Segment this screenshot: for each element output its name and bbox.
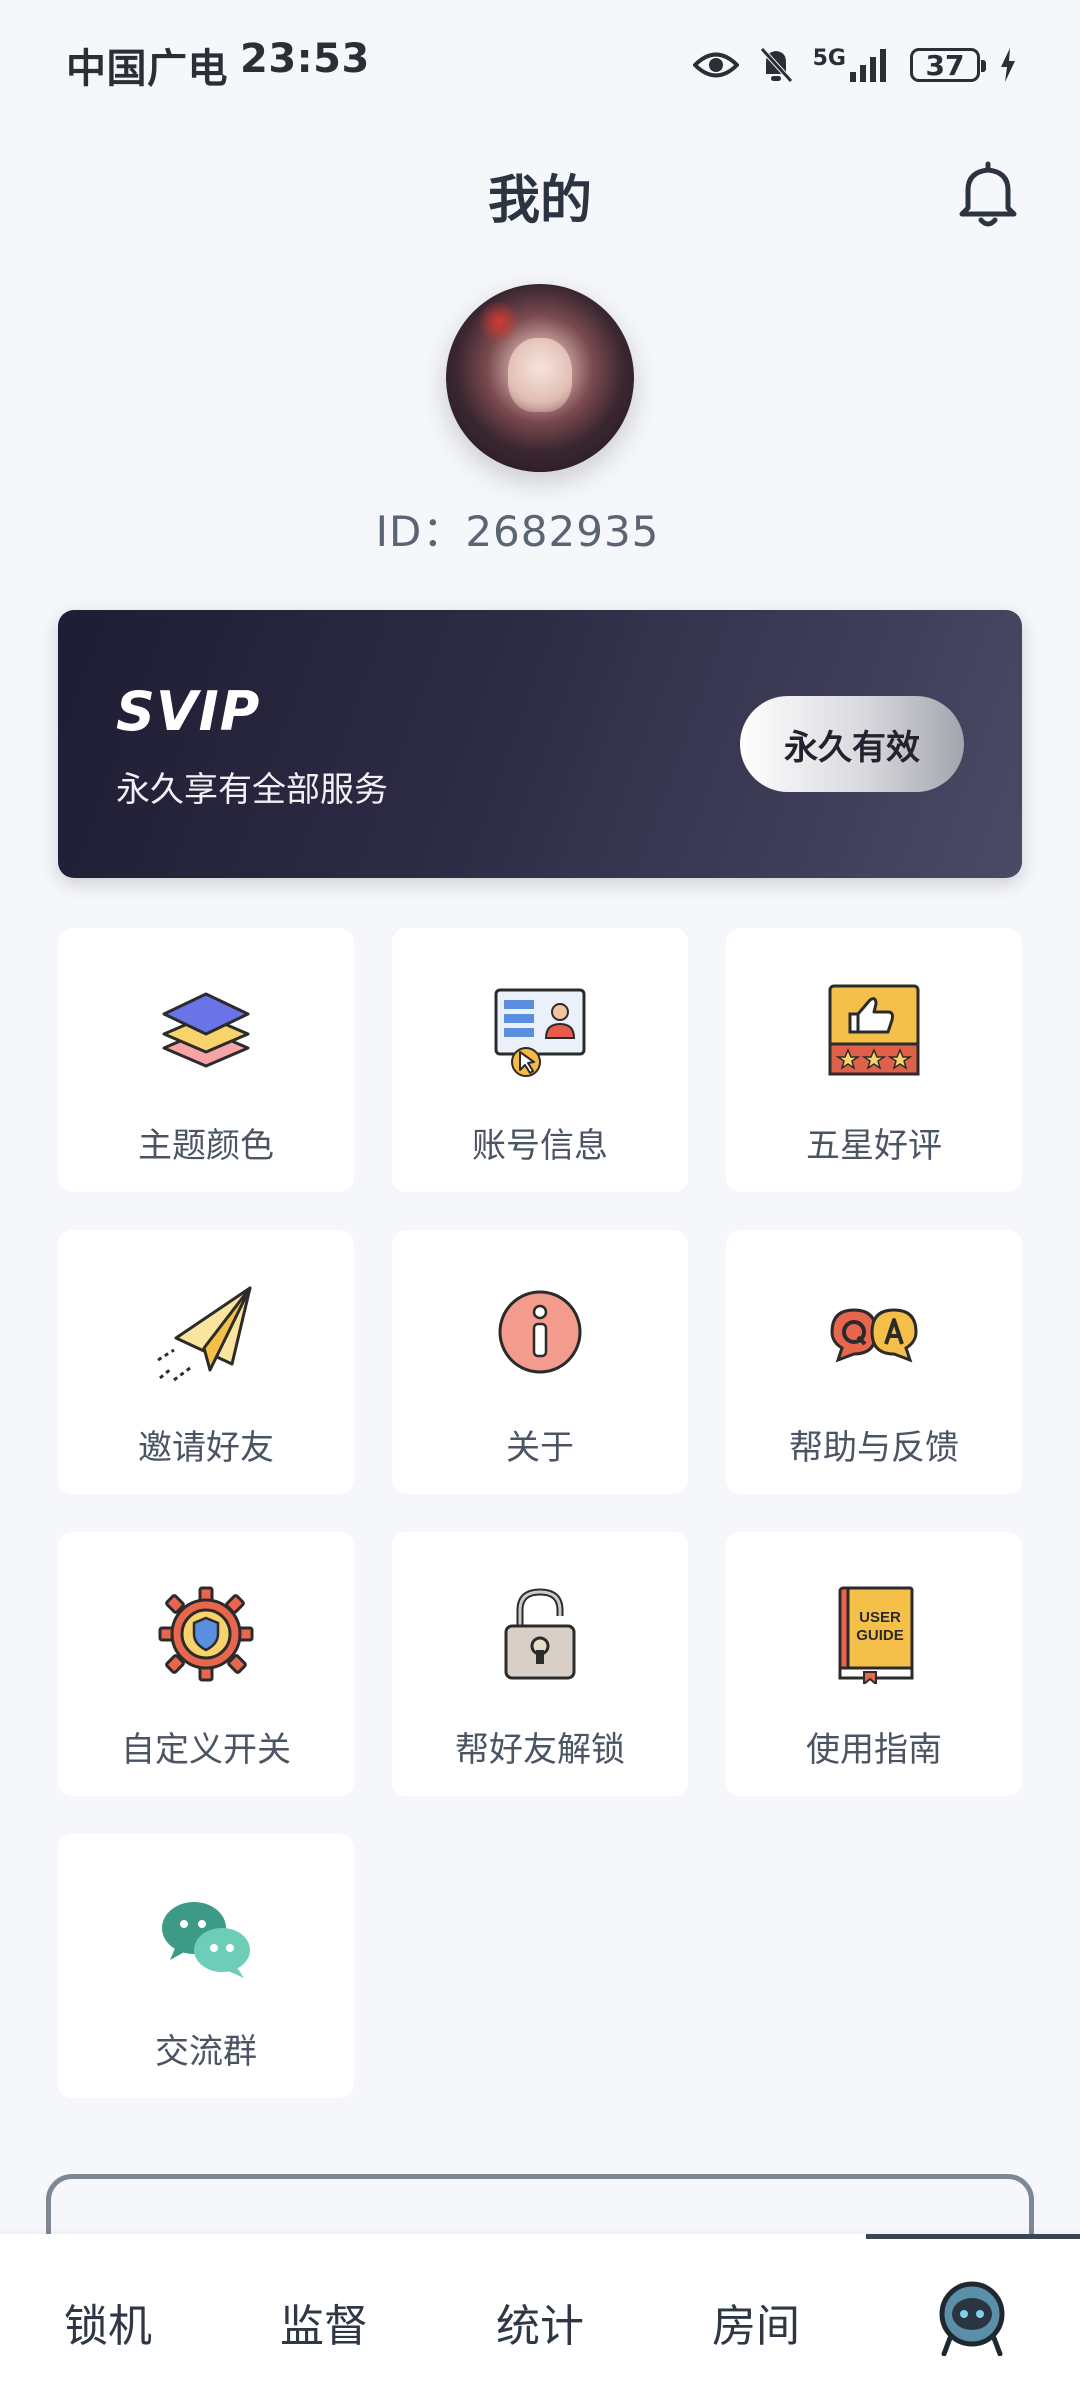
tile-label: 主题颜色	[138, 1126, 274, 1166]
clock: 23:53	[240, 36, 370, 82]
gear-shield-icon	[158, 1586, 254, 1682]
tile-about[interactable]: 关于	[392, 1230, 688, 1494]
info-icon	[498, 1290, 582, 1374]
battery-icon: 37	[910, 48, 986, 82]
eye-icon	[692, 52, 739, 78]
nav-statistics[interactable]: 统计	[470, 2290, 610, 2354]
tile-label: 帮助与反馈	[789, 1428, 959, 1468]
thumbs-up-stars-icon	[828, 984, 920, 1076]
signal-icon	[850, 49, 886, 82]
tile-label: 交流群	[155, 2032, 257, 2072]
tile-user-guide[interactable]: USER GUIDE 使用指南	[726, 1532, 1022, 1796]
tile-label: 自定义开关	[121, 1730, 291, 1770]
tile-help-friend-unlock[interactable]: 帮好友解锁	[392, 1532, 688, 1796]
tile-custom-switch[interactable]: 自定义开关	[58, 1532, 354, 1796]
user-id: ID：2682935	[375, 507, 660, 556]
tile-label: 五星好评	[806, 1126, 942, 1166]
my-page: 中国广电 23:53 5G 37 我的 ID：2682935 SVIP 永久享有…	[0, 0, 1080, 2398]
svip-subtitle: 永久享有全部服务	[116, 770, 388, 810]
wechat-icon	[162, 1902, 250, 1978]
avatar[interactable]	[446, 284, 634, 472]
signal-group: 5G	[813, 48, 890, 82]
nav-supervise[interactable]: 监督	[254, 2290, 394, 2354]
bottom-nav: 锁机 监督 统计 房间	[0, 2234, 1080, 2398]
tile-label: 帮好友解锁	[455, 1730, 625, 1770]
svip-status-button[interactable]: 永久有效	[740, 696, 964, 792]
paper-plane-icon	[157, 1286, 252, 1382]
tile-chat-group[interactable]: 交流群	[58, 1834, 354, 2098]
tile-label: 账号信息	[472, 1126, 608, 1166]
account-card-icon	[494, 988, 586, 1077]
network-label: 5G	[812, 46, 846, 71]
tile-account-info[interactable]: 账号信息	[392, 928, 688, 1192]
tile-invite-friends[interactable]: 邀请好友	[58, 1230, 354, 1494]
tile-label: 使用指南	[806, 1730, 942, 1770]
status-right: 5G 37	[692, 46, 1016, 84]
page-title: 我的	[487, 171, 592, 231]
svip-card[interactable]: SVIP 永久享有全部服务 永久有效	[58, 610, 1022, 878]
feature-grid: 主题颜色 账号信息 五星好评 邀请好友 关于 帮助与反馈 自定义开关 帮好友解锁…	[58, 928, 1022, 2098]
qa-bubbles-icon	[830, 1308, 918, 1363]
nav-room[interactable]: 房间	[686, 2290, 826, 2354]
tile-theme-color[interactable]: 主题颜色	[58, 928, 354, 1192]
guide-text-user: USER	[859, 1609, 901, 1626]
header: 我的	[0, 150, 1080, 240]
charging-icon	[1001, 48, 1015, 82]
tile-label: 关于	[506, 1428, 574, 1468]
bell-icon[interactable]	[952, 158, 1024, 230]
battery-level: 37	[925, 48, 965, 82]
robot-avatar-icon[interactable]	[936, 2280, 1008, 2356]
nav-lock[interactable]: 锁机	[38, 2290, 178, 2354]
user-guide-book-icon: USER GUIDE	[838, 1586, 914, 1684]
status-left: 中国广电 23:53	[66, 36, 370, 94]
guide-text-guide: GUIDE	[856, 1627, 904, 1644]
carrier: 中国广电	[66, 46, 228, 92]
svip-title: SVIP	[116, 680, 261, 743]
tile-label: 邀请好友	[138, 1428, 274, 1468]
bell-off-icon	[759, 47, 793, 83]
status-bar: 中国广电 23:53 5G 37	[0, 0, 1080, 130]
tile-five-star-review[interactable]: 五星好评	[726, 928, 1022, 1192]
tile-help-feedback[interactable]: 帮助与反馈	[726, 1230, 1022, 1494]
padlock-icon	[504, 1588, 576, 1680]
layers-icon	[162, 992, 250, 1068]
active-tab-indicator	[866, 2234, 1080, 2239]
